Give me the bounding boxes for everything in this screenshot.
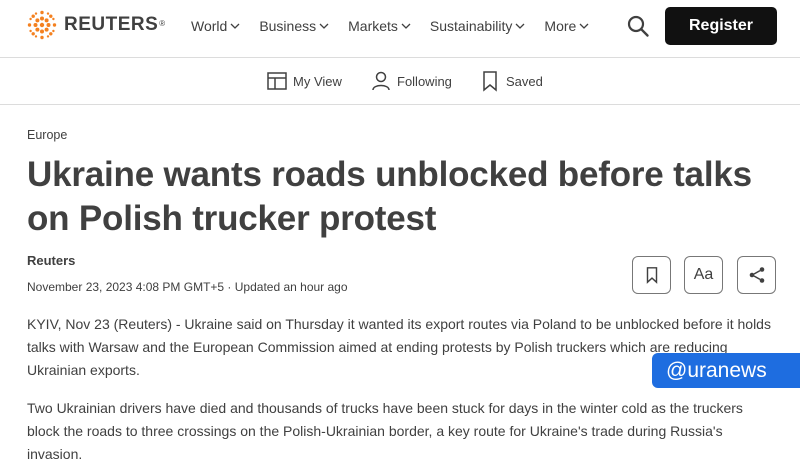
article-dateline: November 23, 2023 4:08 PM GMT+5 · Update… — [27, 280, 348, 294]
chevron-down-icon — [579, 23, 589, 29]
nav-item-label: Business — [259, 18, 317, 34]
bookmark-icon — [646, 267, 657, 284]
share-button[interactable] — [737, 256, 776, 294]
bookmark-button[interactable] — [632, 256, 671, 294]
nav-item-more[interactable]: More — [544, 18, 589, 34]
share-icon — [749, 267, 764, 283]
nav-item-world[interactable]: World — [191, 18, 240, 34]
reuters-logo-icon — [27, 10, 57, 40]
nav-item-sustainability[interactable]: Sustainability — [430, 18, 526, 34]
nav-item-label: Markets — [348, 18, 398, 34]
my-view-icon — [267, 72, 287, 90]
chevron-down-icon — [401, 23, 411, 29]
reuters-logo[interactable]: REUTERS ® — [27, 10, 165, 40]
section-link[interactable]: Europe — [27, 128, 67, 142]
nav-item-label: More — [544, 18, 577, 34]
search-icon[interactable] — [626, 14, 650, 38]
author-link[interactable]: Reuters — [27, 253, 75, 268]
person-icon — [372, 71, 390, 91]
nav-item-markets[interactable]: Markets — [348, 18, 411, 34]
logo-wordmark: REUTERS — [64, 14, 159, 35]
saved-link[interactable]: Saved — [479, 70, 543, 92]
chevron-down-icon — [515, 23, 525, 29]
following-label: Following — [397, 73, 452, 89]
chevron-down-icon — [230, 23, 240, 29]
text-size-button[interactable]: Aa — [684, 256, 723, 294]
text-size-label: Aa — [693, 266, 714, 283]
bookmark-icon — [483, 71, 497, 92]
headline-line-2: on Polish trucker protest — [27, 199, 437, 238]
logo-registered-mark: ® — [159, 18, 166, 28]
nav-item-business[interactable]: Business — [259, 18, 329, 34]
register-button[interactable]: Register — [665, 7, 777, 45]
nav-item-label: World — [191, 18, 228, 34]
nav-item-label: Sustainability — [429, 18, 513, 34]
article-headline: Ukraine wants roads unblocked before tal… — [27, 153, 777, 241]
chevron-down-icon — [319, 23, 329, 29]
article-paragraph: Two Ukrainian drivers have died and thou… — [27, 400, 743, 462]
my-view-link[interactable]: My View — [266, 70, 342, 92]
following-link[interactable]: Following — [370, 70, 452, 92]
top-navigation-bar: REUTERS ® World Business Markets Sustain… — [0, 0, 800, 58]
main-nav: World Business Markets Sustainability Mo… — [191, 18, 608, 34]
personalization-bar: My View Following Saved — [0, 58, 800, 105]
headline-line-1: Ukraine wants roads unblocked before tal… — [27, 155, 752, 194]
my-view-label: My View — [293, 73, 342, 89]
saved-label: Saved — [506, 73, 543, 89]
uranews-watermark: @uranews — [652, 353, 800, 388]
